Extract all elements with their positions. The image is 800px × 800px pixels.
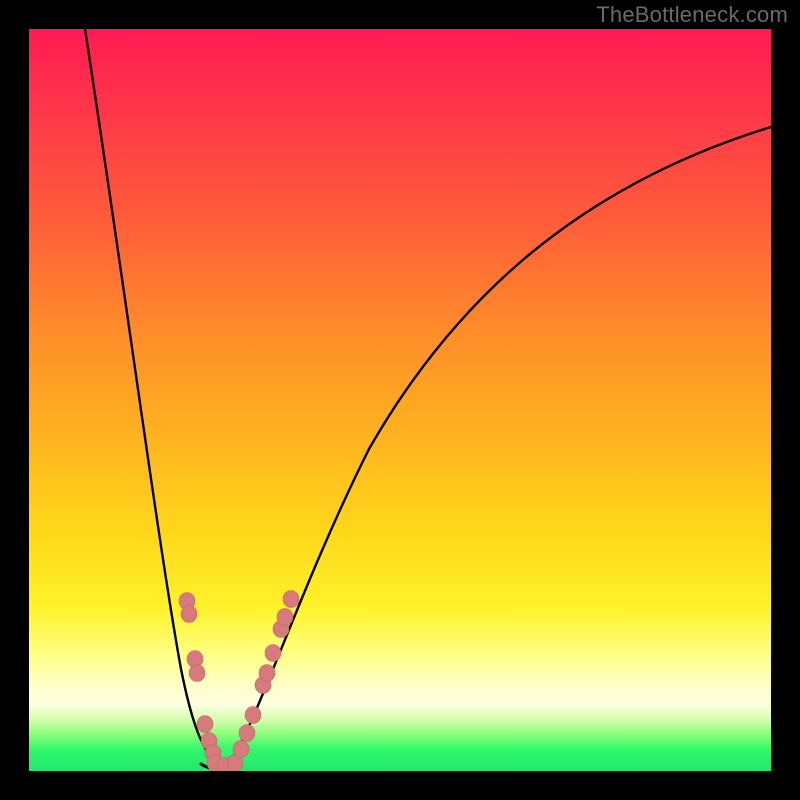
watermark-text: TheBottleneck.com [596, 2, 788, 28]
right-bead-1 [239, 725, 255, 742]
left-bead-4 [197, 716, 213, 733]
right-bead-0 [233, 741, 249, 758]
right-bead-2 [245, 707, 261, 724]
right-bead-7 [277, 609, 293, 626]
left-bead-1 [181, 606, 197, 623]
right-bead-8 [283, 591, 299, 608]
bottleneck-curve-svg [29, 29, 771, 771]
right-bead-4 [259, 665, 275, 682]
chart-frame [29, 29, 771, 771]
beads-group [179, 591, 299, 772]
right-bead-5 [265, 645, 281, 662]
left-bead-3 [189, 665, 205, 682]
curve-right-branch [229, 127, 771, 764]
